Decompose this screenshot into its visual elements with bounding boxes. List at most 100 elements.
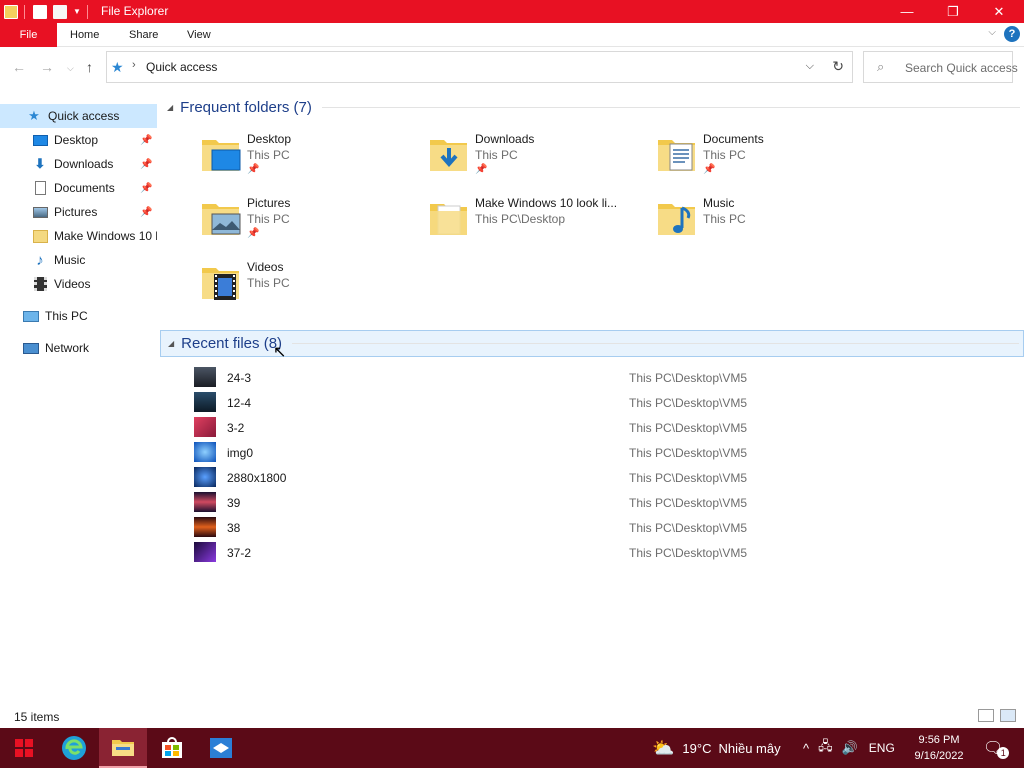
show-hidden-icons-icon[interactable]: ^ (803, 741, 809, 756)
breadcrumb-quick-access[interactable]: Quick access (146, 60, 217, 74)
sidebar-item-desktop[interactable]: Desktop 📌 (0, 128, 157, 152)
folder-tile-downloads[interactable]: Downloads This PC 📌 (428, 132, 656, 192)
restore-button[interactable]: ❐ (930, 0, 976, 23)
recent-file-row[interactable]: 24-3 This PC\Desktop\VM5 (192, 365, 792, 390)
sidebar-item-downloads[interactable]: ⬇ Downloads 📌 (0, 152, 157, 176)
file-path: This PC\Desktop\VM5 (629, 496, 748, 510)
folder-tile-videos[interactable]: Videos This PC (200, 260, 428, 320)
app-icon (210, 738, 232, 758)
folder-name: Documents (703, 132, 764, 146)
folder-tile-make-windows[interactable]: Make Windows 10 look li... This PC\Deskt… (428, 196, 656, 256)
start-button[interactable] (0, 728, 48, 768)
taskbar-app[interactable] (197, 728, 245, 768)
recent-locations-icon[interactable]: ⌵ (67, 63, 74, 74)
file-path: This PC\Desktop\VM5 (629, 396, 748, 410)
file-path: This PC\Desktop\VM5 (629, 371, 748, 385)
forward-icon[interactable]: → (40, 59, 54, 75)
customize-toolbar-icon[interactable]: ▼ (73, 7, 81, 16)
notification-center[interactable]: 🗨 1 (983, 728, 1010, 768)
tab-share[interactable]: Share (129, 23, 158, 47)
refresh-icon[interactable]: ↻ (832, 58, 844, 75)
volume-icon[interactable]: 🔊 (842, 740, 858, 756)
folder-icon (32, 228, 48, 244)
file-name: 2880x1800 (227, 471, 287, 485)
sidebar-item-label: Videos (54, 277, 91, 291)
pin-icon: 📌 (140, 182, 153, 194)
help-button[interactable]: ? (1004, 26, 1020, 42)
sidebar-item-quick-access[interactable]: ★ Quick access (0, 104, 157, 128)
folder-location: This PC (247, 148, 290, 162)
recent-file-row[interactable]: 2880x1800 This PC\Desktop\VM5 (192, 465, 792, 490)
weather-description: Nhiều mây (718, 740, 781, 756)
taskbar-store[interactable] (148, 728, 196, 768)
folder-tile-documents[interactable]: Documents This PC 📌 (656, 132, 884, 192)
sidebar-item-pictures[interactable]: Pictures 📌 (0, 200, 157, 224)
recent-file-row[interactable]: 12-4 This PC\Desktop\VM5 (192, 390, 792, 415)
folder-tile-desktop[interactable]: Desktop This PC 📌 (200, 132, 428, 192)
recent-file-row[interactable]: 3-2 This PC\Desktop\VM5 (192, 415, 792, 440)
new-folder-icon[interactable] (53, 4, 67, 19)
large-icons-view-icon[interactable] (1000, 709, 1016, 722)
tab-home[interactable]: Home (70, 23, 99, 47)
tab-view[interactable]: View (187, 23, 211, 47)
up-icon[interactable]: ↑ (86, 59, 93, 75)
folder-location: This PC (247, 212, 290, 226)
downloads-folder-icon (430, 140, 467, 171)
group-title: Recent files (8) (181, 335, 283, 352)
view-switcher (978, 709, 1016, 722)
download-icon: ⬇ (34, 156, 46, 171)
folder-name: Music (703, 196, 735, 210)
collapse-icon[interactable]: ◢ (168, 339, 174, 348)
sidebar-item-music[interactable]: ♪ Music (0, 248, 157, 272)
search-icon: ⌕ (877, 59, 885, 74)
image-thumbnail (194, 492, 216, 512)
sidebar-item-network[interactable]: Network (0, 336, 157, 360)
network-status-icon[interactable]: 🖧 (818, 737, 833, 759)
weather-widget[interactable]: ⛅ 19°C Nhiều mây (652, 728, 781, 768)
sidebar-item-documents[interactable]: Documents 📌 (0, 176, 157, 200)
language-indicator[interactable]: ENG (869, 741, 895, 755)
search-input[interactable]: Search Quick access (905, 61, 1018, 75)
recent-file-row[interactable]: 38 This PC\Desktop\VM5 (192, 515, 792, 540)
videos-folder-icon (202, 268, 239, 300)
file-name: 3-2 (227, 421, 245, 435)
expand-ribbon-icon[interactable]: ⌵ (988, 27, 996, 38)
close-button[interactable]: ✕ (976, 0, 1022, 23)
back-icon[interactable]: ← (12, 59, 26, 75)
recent-file-row[interactable]: img0 This PC\Desktop\VM5 (192, 440, 792, 465)
collapse-icon[interactable]: ◢ (167, 103, 173, 112)
desktop-icon (32, 132, 48, 148)
properties-icon[interactable] (33, 4, 47, 19)
ribbon-tabs: File Home Share View ⌵ ? (0, 23, 1024, 47)
minimize-button[interactable]: — (884, 0, 930, 23)
taskbar-file-explorer[interactable] (99, 728, 147, 768)
tab-file[interactable]: File (0, 23, 57, 47)
recent-files-header[interactable]: ◢ Recent files (8) (160, 330, 1024, 357)
sidebar-item-label: Network (45, 341, 90, 355)
search-box[interactable]: ⌕ Search Quick access (863, 51, 1018, 83)
recent-file-row[interactable]: 37-2 This PC\Desktop\VM5 (192, 540, 792, 565)
folder-tile-music[interactable]: Music This PC (656, 196, 884, 256)
details-view-icon[interactable] (978, 709, 994, 722)
folder-tile-pictures[interactable]: Pictures This PC 📌 (200, 196, 428, 256)
file-explorer-app-icon[interactable] (4, 4, 18, 19)
quick-access-toolbar: ▼ (0, 0, 88, 23)
minimize-icon: — (900, 4, 914, 19)
folder-name: Videos (247, 260, 284, 274)
document-icon (32, 180, 48, 196)
recent-file-row[interactable]: 39 This PC\Desktop\VM5 (192, 490, 792, 515)
address-dropdown-icon[interactable]: ⌵ (806, 60, 814, 73)
taskbar-edge[interactable] (50, 728, 98, 768)
address-bar[interactable]: ★ › Quick access ⌵ ↻ (106, 51, 853, 83)
sidebar-item-make-windows[interactable]: Make Windows 10 l (0, 224, 157, 248)
file-path: This PC\Desktop\VM5 (629, 521, 748, 535)
sidebar-item-label: Music (54, 253, 86, 267)
clock[interactable]: 9:56 PM 9/16/2022 (904, 732, 974, 764)
music-icon: ♪ (36, 251, 44, 269)
image-thumbnail (194, 392, 216, 412)
sidebar-item-videos[interactable]: Videos (0, 272, 157, 296)
folder-location: This PC\Desktop (475, 212, 566, 226)
breadcrumb-separator[interactable]: › (132, 59, 136, 71)
sidebar-item-this-pc[interactable]: This PC (0, 304, 157, 328)
frequent-folders-header[interactable]: ◢ Frequent folders (7) (160, 94, 1024, 121)
